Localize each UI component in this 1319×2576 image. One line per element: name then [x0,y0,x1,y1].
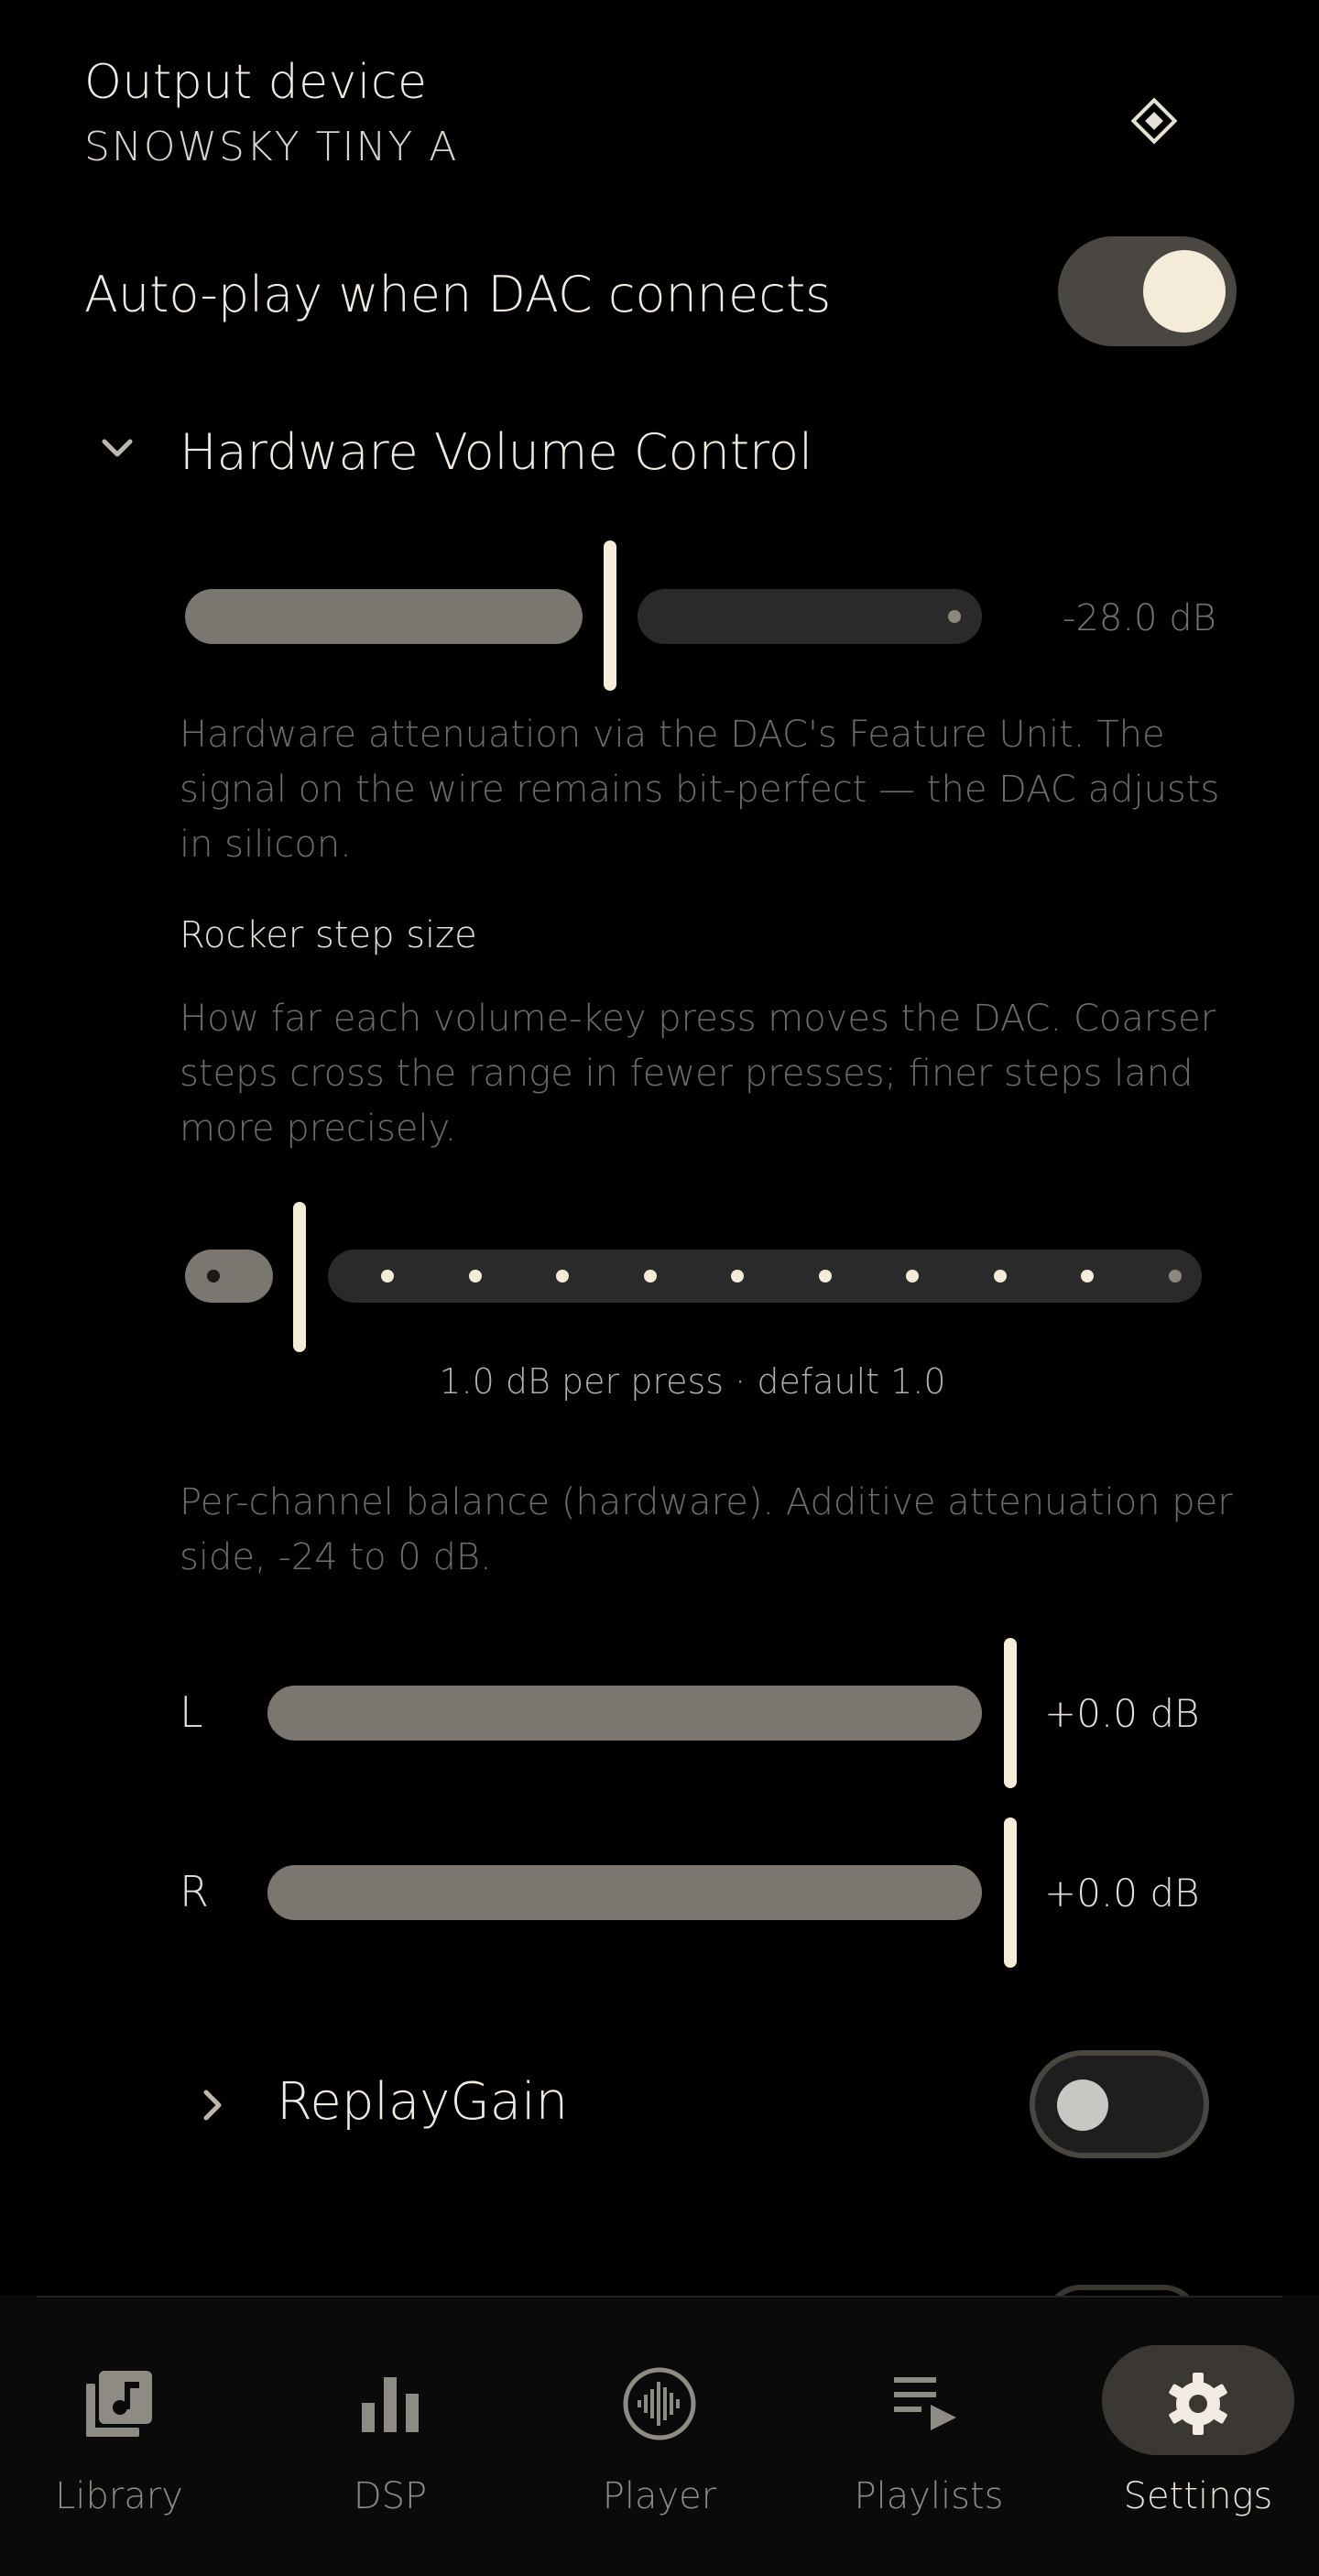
step-tick[interactable] [643,1270,657,1283]
step-tick[interactable] [1081,1270,1094,1283]
diamond-icon[interactable] [1128,95,1180,147]
nav-label: DSP [353,2475,428,2517]
bottom-navigation: Library DSP Player Playlists Settings [0,2296,1319,2576]
step-tick[interactable] [818,1270,832,1283]
volume-slider-end-dot [948,610,961,623]
channel-label-left: L [180,1687,203,1737]
nav-library[interactable]: Library [0,2296,251,2576]
volume-slider-thumb[interactable] [604,540,616,691]
left-balance-fill[interactable] [267,1686,982,1741]
volume-value: -28.0 dB [1063,597,1216,639]
replaygain-toggle[interactable] [1030,2050,1209,2158]
step-slider-thumb[interactable] [293,1202,306,1352]
auto-play-toggle[interactable] [1058,236,1237,346]
right-balance-fill[interactable] [267,1865,982,1920]
step-tick[interactable] [1168,1270,1182,1283]
auto-play-label: Auto-play when DAC connects [84,266,832,323]
toggle-knob [1057,2079,1108,2131]
rocker-step-label: Rocker step size [180,914,477,956]
step-tick[interactable] [556,1270,569,1283]
step-tick[interactable] [993,1270,1007,1283]
gear-icon [1152,2358,1244,2450]
left-balance-thumb[interactable] [1004,1638,1017,1788]
right-balance-value: +0.0 dB [1044,1871,1200,1916]
nav-playlists[interactable]: Playlists [797,2296,1061,2576]
output-device-title: Output device [84,55,428,110]
step-tick[interactable] [381,1270,394,1283]
nav-label: Settings [1123,2475,1273,2517]
replaygain-label[interactable]: ReplayGain [277,2072,568,2132]
chevron-right-icon[interactable] [194,2087,231,2123]
output-device-name: SNOWSKY TINY A [84,124,459,170]
chevron-down-icon[interactable] [99,431,136,467]
volume-slider-track[interactable] [638,589,982,644]
library-icon [73,2358,165,2450]
hardware-volume-title[interactable]: Hardware Volume Control [180,423,812,481]
volume-slider-fill[interactable] [185,589,583,644]
toggle-knob [1143,250,1226,333]
nav-player[interactable]: Player [528,2296,791,2576]
step-tick[interactable] [731,1270,744,1283]
hardware-volume-description: Hardware attenuation via the DAC's Featu… [180,714,1220,866]
step-slider-track[interactable] [328,1250,1202,1303]
rocker-step-description: How far each volume-key press moves the … [180,998,1216,1150]
nav-divider [37,2296,1282,2298]
nav-label: Playlists [854,2475,1004,2517]
right-balance-thumb[interactable] [1004,1817,1017,1968]
channel-label-right: R [180,1867,209,1916]
balance-description: Per-channel balance (hardware). Additive… [180,1481,1233,1578]
step-tick[interactable] [906,1270,919,1283]
bar-chart-icon [344,2358,436,2450]
playlist-play-icon [883,2358,975,2450]
left-balance-value: +0.0 dB [1044,1691,1200,1736]
nav-label: Player [602,2475,717,2517]
nav-settings[interactable]: Settings [1066,2296,1319,2576]
nav-label: Library [55,2475,183,2517]
step-tick[interactable] [468,1270,482,1283]
step-slider-fill[interactable] [185,1250,273,1303]
waveform-icon [614,2358,705,2450]
step-slider-dot [207,1270,220,1283]
nav-dsp[interactable]: DSP [258,2296,522,2576]
rocker-step-caption: 1.0 dB per press · default 1.0 [439,1361,946,1402]
